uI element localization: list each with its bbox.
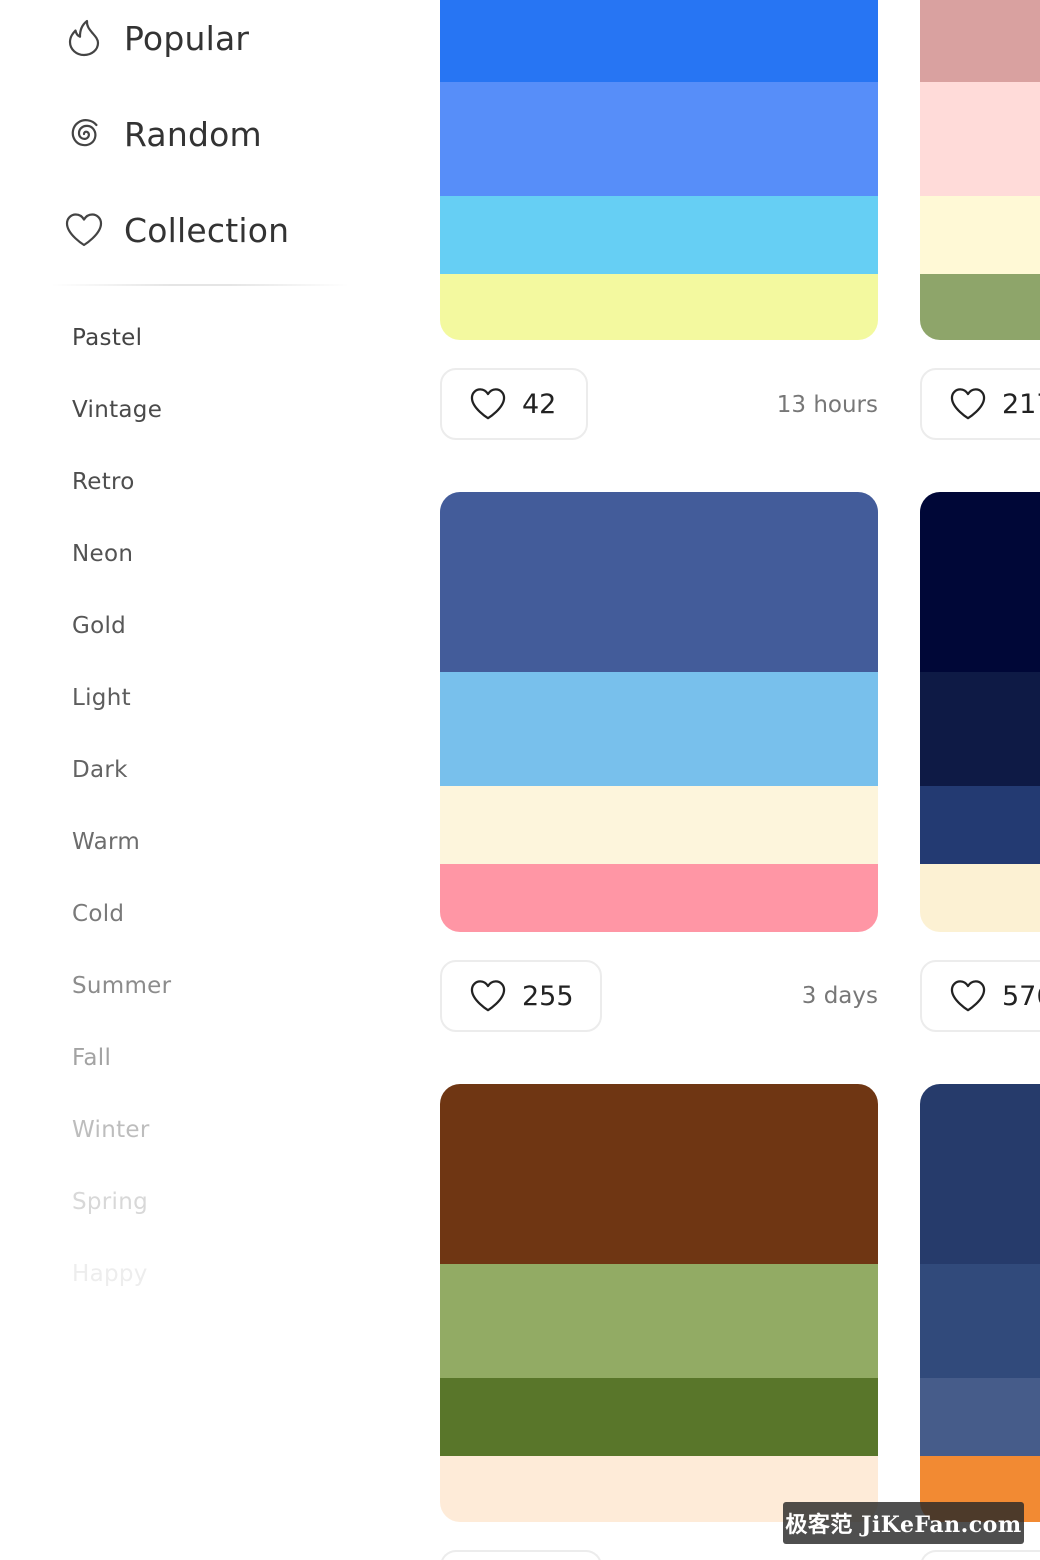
tag-item-pastel[interactable]: Pastel [72, 322, 142, 354]
tag-item-happy[interactable]: Happy [72, 1258, 148, 1290]
sidebar: Popular Random Collection Pastel Vintage… [0, 0, 400, 1560]
page: Popular Random Collection Pastel Vintage… [0, 0, 1040, 1560]
flame-icon [64, 18, 104, 58]
color-swatch[interactable] [440, 492, 878, 672]
palette-card[interactable] [440, 0, 878, 340]
color-swatch[interactable] [920, 196, 1040, 274]
palette-card[interactable] [440, 1084, 878, 1522]
nav-item-label: Collection [124, 210, 290, 250]
color-swatch[interactable] [920, 82, 1040, 196]
color-swatch[interactable] [920, 1084, 1040, 1264]
like-button[interactable]: 217 [920, 368, 1040, 440]
tag-item-warm[interactable]: Warm [72, 826, 140, 858]
palette-card[interactable] [920, 0, 1040, 340]
color-swatch[interactable] [920, 0, 1040, 82]
like-button[interactable] [920, 1550, 1040, 1560]
watermark: 极客范 JiKeFan.com [783, 1502, 1024, 1544]
color-swatch[interactable] [920, 492, 1040, 672]
like-button[interactable]: 576 [920, 960, 1040, 1032]
like-count: 576 [1002, 980, 1040, 1012]
like-button[interactable]: 255 [440, 960, 602, 1032]
nav-item-popular[interactable]: Popular [64, 14, 249, 62]
nav-item-label: Random [124, 114, 262, 154]
like-count: 217 [1002, 388, 1040, 420]
color-swatch[interactable] [920, 672, 1040, 786]
tag-item-summer[interactable]: Summer [72, 970, 171, 1002]
tag-item-gold[interactable]: Gold [72, 610, 126, 642]
like-count: 255 [522, 980, 574, 1012]
tag-item-fall[interactable]: Fall [72, 1042, 111, 1074]
palette-card[interactable] [920, 1084, 1040, 1522]
nav-item-collection[interactable]: Collection [64, 206, 289, 254]
tag-item-dark[interactable]: Dark [72, 754, 128, 786]
color-swatch[interactable] [440, 274, 878, 340]
like-button[interactable]: 42 [440, 368, 588, 440]
tag-item-vintage[interactable]: Vintage [72, 394, 162, 426]
color-swatch[interactable] [440, 786, 878, 864]
heart-icon [468, 384, 508, 424]
heart-icon [468, 976, 508, 1016]
color-swatch[interactable] [440, 1378, 878, 1456]
color-swatch[interactable] [440, 1084, 878, 1264]
tag-item-cold[interactable]: Cold [72, 898, 124, 930]
color-swatch[interactable] [920, 1378, 1040, 1456]
heart-icon [948, 384, 988, 424]
color-swatch[interactable] [440, 82, 878, 196]
tag-item-winter[interactable]: Winter [72, 1114, 150, 1146]
color-swatch[interactable] [920, 1264, 1040, 1378]
nav-item-random[interactable]: Random [64, 110, 262, 158]
color-swatch[interactable] [440, 0, 878, 82]
like-count: 42 [522, 388, 557, 420]
tag-item-spring[interactable]: Spring [72, 1186, 148, 1218]
sidebar-divider [50, 284, 350, 286]
palette-age: 13 hours [776, 392, 878, 418]
palette-card[interactable] [440, 492, 878, 932]
nav-item-label: Popular [124, 18, 250, 58]
color-swatch[interactable] [440, 196, 878, 274]
color-swatch[interactable] [440, 672, 878, 786]
tag-item-neon[interactable]: Neon [72, 538, 133, 570]
heart-icon [64, 210, 104, 250]
like-button[interactable] [440, 1550, 602, 1560]
color-swatch[interactable] [440, 1264, 878, 1378]
color-swatch[interactable] [920, 274, 1040, 340]
color-swatch[interactable] [440, 864, 878, 932]
color-swatch[interactable] [920, 786, 1040, 864]
palette-card[interactable] [920, 492, 1040, 932]
color-swatch[interactable] [920, 864, 1040, 932]
palette-age: 3 days [801, 983, 878, 1009]
tag-item-light[interactable]: Light [72, 682, 131, 714]
spiral-icon [64, 114, 104, 154]
tag-item-retro[interactable]: Retro [72, 466, 135, 498]
heart-icon [948, 976, 988, 1016]
